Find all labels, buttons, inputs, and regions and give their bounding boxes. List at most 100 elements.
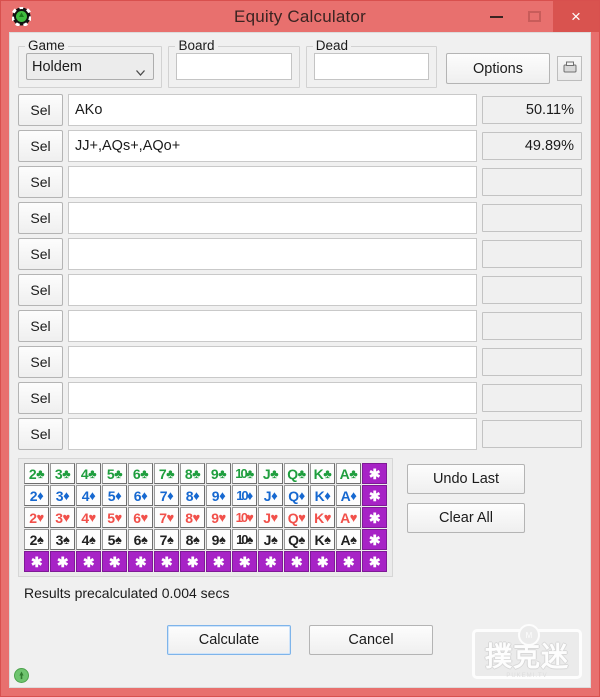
wildcard-rank-5[interactable]: ✱ bbox=[102, 551, 127, 572]
select-hand-button[interactable]: Sel bbox=[18, 166, 63, 198]
hand-input[interactable] bbox=[68, 94, 477, 126]
card-8-diamonds[interactable]: 8 ♦ bbox=[180, 485, 205, 506]
card-8-spades[interactable]: 8 ♠ bbox=[180, 529, 205, 550]
hand-input[interactable] bbox=[68, 310, 477, 342]
select-hand-button[interactable]: Sel bbox=[18, 346, 63, 378]
minimize-button[interactable] bbox=[477, 1, 515, 32]
card-9-spades[interactable]: 9 ♠ bbox=[206, 529, 231, 550]
card-5-clubs[interactable]: 5 ♣ bbox=[102, 463, 127, 484]
hand-input[interactable] bbox=[68, 238, 477, 270]
card-4-spades[interactable]: 4 ♠ bbox=[76, 529, 101, 550]
card-10-clubs[interactable]: 10 ♣ bbox=[232, 463, 257, 484]
card-10-hearts[interactable]: 10 ♥ bbox=[232, 507, 257, 528]
card-10-spades[interactable]: 10 ♠ bbox=[232, 529, 257, 550]
hand-input[interactable] bbox=[68, 418, 477, 450]
card-K-hearts[interactable]: K ♥ bbox=[310, 507, 335, 528]
wildcard-clubs[interactable]: ✱ bbox=[362, 463, 387, 484]
card-J-spades[interactable]: J ♠ bbox=[258, 529, 283, 550]
select-hand-button[interactable]: Sel bbox=[18, 94, 63, 126]
wildcard-spades[interactable]: ✱ bbox=[362, 529, 387, 550]
select-hand-button[interactable]: Sel bbox=[18, 382, 63, 414]
card-10-diamonds[interactable]: 10 ♦ bbox=[232, 485, 257, 506]
options-button[interactable]: Options bbox=[446, 53, 551, 84]
wildcard-rank-7[interactable]: ✱ bbox=[154, 551, 179, 572]
dead-input[interactable] bbox=[313, 53, 430, 80]
card-3-spades[interactable]: 3 ♠ bbox=[50, 529, 75, 550]
wildcard-rank-Q[interactable]: ✱ bbox=[284, 551, 309, 572]
card-7-hearts[interactable]: 7 ♥ bbox=[154, 507, 179, 528]
card-5-diamonds[interactable]: 5 ♦ bbox=[102, 485, 127, 506]
hand-input[interactable] bbox=[68, 274, 477, 306]
card-Q-spades[interactable]: Q ♠ bbox=[284, 529, 309, 550]
wildcard-rank-A[interactable]: ✱ bbox=[336, 551, 361, 572]
wildcard-rank-4[interactable]: ✱ bbox=[76, 551, 101, 572]
card-6-spades[interactable]: 6 ♠ bbox=[128, 529, 153, 550]
hand-input[interactable] bbox=[68, 382, 477, 414]
select-hand-button[interactable]: Sel bbox=[18, 238, 63, 270]
wildcard-rank-8[interactable]: ✱ bbox=[180, 551, 205, 572]
card-4-diamonds[interactable]: 4 ♦ bbox=[76, 485, 101, 506]
card-9-hearts[interactable]: 9 ♥ bbox=[206, 507, 231, 528]
help-icon[interactable] bbox=[14, 668, 29, 683]
save-button[interactable] bbox=[557, 56, 583, 81]
select-hand-button[interactable]: Sel bbox=[18, 202, 63, 234]
select-hand-button[interactable]: Sel bbox=[18, 130, 63, 162]
card-5-hearts[interactable]: 5 ♥ bbox=[102, 507, 127, 528]
card-3-diamonds[interactable]: 3 ♦ bbox=[50, 485, 75, 506]
card-8-hearts[interactable]: 8 ♥ bbox=[180, 507, 205, 528]
card-3-clubs[interactable]: 3 ♣ bbox=[50, 463, 75, 484]
card-K-spades[interactable]: K ♠ bbox=[310, 529, 335, 550]
card-Q-clubs[interactable]: Q ♣ bbox=[284, 463, 309, 484]
board-input[interactable] bbox=[176, 53, 292, 80]
card-J-clubs[interactable]: J ♣ bbox=[258, 463, 283, 484]
wildcard-diamonds[interactable]: ✱ bbox=[362, 485, 387, 506]
hand-input[interactable] bbox=[68, 166, 477, 198]
card-Q-diamonds[interactable]: Q ♦ bbox=[284, 485, 309, 506]
wildcard-hearts[interactable]: ✱ bbox=[362, 507, 387, 528]
card-9-clubs[interactable]: 9 ♣ bbox=[206, 463, 231, 484]
wildcard-rank-any[interactable]: ✱ bbox=[362, 551, 387, 572]
game-select[interactable]: Holdem bbox=[26, 53, 155, 80]
card-7-spades[interactable]: 7 ♠ bbox=[154, 529, 179, 550]
card-7-diamonds[interactable]: 7 ♦ bbox=[154, 485, 179, 506]
card-6-hearts[interactable]: 6 ♥ bbox=[128, 507, 153, 528]
card-4-hearts[interactable]: 4 ♥ bbox=[76, 507, 101, 528]
card-3-hearts[interactable]: 3 ♥ bbox=[50, 507, 75, 528]
wildcard-rank-9[interactable]: ✱ bbox=[206, 551, 231, 572]
select-hand-button[interactable]: Sel bbox=[18, 274, 63, 306]
card-J-diamonds[interactable]: J ♦ bbox=[258, 485, 283, 506]
card-A-hearts[interactable]: A ♥ bbox=[336, 507, 361, 528]
card-A-spades[interactable]: A ♠ bbox=[336, 529, 361, 550]
maximize-button[interactable] bbox=[515, 1, 553, 32]
select-hand-button[interactable]: Sel bbox=[18, 310, 63, 342]
hand-input[interactable] bbox=[68, 346, 477, 378]
card-A-diamonds[interactable]: A ♦ bbox=[336, 485, 361, 506]
card-8-clubs[interactable]: 8 ♣ bbox=[180, 463, 205, 484]
card-7-clubs[interactable]: 7 ♣ bbox=[154, 463, 179, 484]
cancel-button[interactable]: Cancel bbox=[309, 625, 433, 655]
card-Q-hearts[interactable]: Q ♥ bbox=[284, 507, 309, 528]
select-hand-button[interactable]: Sel bbox=[18, 418, 63, 450]
clear-all-button[interactable]: Clear All bbox=[407, 503, 525, 533]
card-9-diamonds[interactable]: 9 ♦ bbox=[206, 485, 231, 506]
wildcard-rank-6[interactable]: ✱ bbox=[128, 551, 153, 572]
card-J-hearts[interactable]: J ♥ bbox=[258, 507, 283, 528]
card-A-clubs[interactable]: A ♣ bbox=[336, 463, 361, 484]
wildcard-rank-3[interactable]: ✱ bbox=[50, 551, 75, 572]
card-6-diamonds[interactable]: 6 ♦ bbox=[128, 485, 153, 506]
card-5-spades[interactable]: 5 ♠ bbox=[102, 529, 127, 550]
calculate-button[interactable]: Calculate bbox=[167, 625, 291, 655]
wildcard-rank-K[interactable]: ✱ bbox=[310, 551, 335, 572]
close-button[interactable]: × bbox=[553, 1, 599, 32]
card-6-clubs[interactable]: 6 ♣ bbox=[128, 463, 153, 484]
hand-input[interactable] bbox=[68, 130, 477, 162]
card-2-diamonds[interactable]: 2 ♦ bbox=[24, 485, 49, 506]
card-2-spades[interactable]: 2 ♠ bbox=[24, 529, 49, 550]
wildcard-rank-10[interactable]: ✱ bbox=[232, 551, 257, 572]
wildcard-rank-J[interactable]: ✱ bbox=[258, 551, 283, 572]
card-2-clubs[interactable]: 2 ♣ bbox=[24, 463, 49, 484]
card-K-clubs[interactable]: K ♣ bbox=[310, 463, 335, 484]
card-K-diamonds[interactable]: K ♦ bbox=[310, 485, 335, 506]
hand-input[interactable] bbox=[68, 202, 477, 234]
card-4-clubs[interactable]: 4 ♣ bbox=[76, 463, 101, 484]
